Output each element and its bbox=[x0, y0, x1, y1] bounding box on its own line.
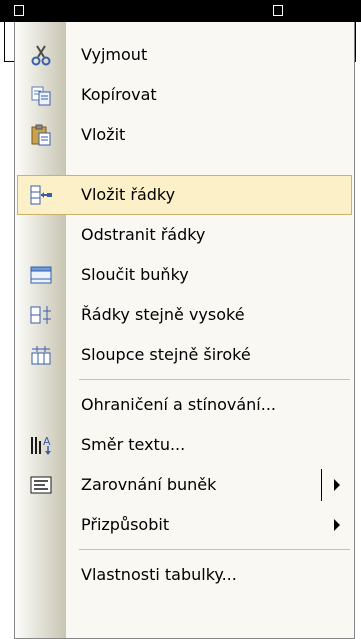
table-header-bar bbox=[0, 0, 361, 22]
menu-item-label: Vlastnosti tabulky... bbox=[81, 565, 237, 584]
paste-icon bbox=[31, 124, 51, 146]
menu-item-label: Zarovnání buněk bbox=[81, 475, 217, 494]
context-menu: Vyjmout Kopírovat Vložit Vložit řádky Od… bbox=[14, 22, 355, 639]
submenu-arrow-icon bbox=[334, 519, 340, 531]
table-cell-marker bbox=[273, 5, 283, 16]
menu-item-paste[interactable]: Vložit bbox=[17, 115, 352, 155]
menu-item-label: Kopírovat bbox=[81, 85, 157, 104]
menu-item-label: Vložit řádky bbox=[81, 185, 176, 204]
menu-item-label: Směr textu... bbox=[81, 435, 186, 454]
insert-rows-icon bbox=[30, 185, 52, 205]
menu-item-autofit[interactable]: Přizpůsobit bbox=[17, 505, 352, 545]
table-cell-marker bbox=[14, 5, 24, 16]
menu-item-distribute-columns[interactable]: Sloupce stejně široké bbox=[17, 335, 352, 375]
copy-icon bbox=[31, 86, 51, 106]
svg-text:A: A bbox=[43, 435, 51, 448]
menu-item-table-properties[interactable]: Vlastnosti tabulky... bbox=[17, 555, 352, 595]
scissors-icon bbox=[31, 45, 51, 66]
menu-item-distribute-rows[interactable]: Řádky stejně vysoké bbox=[17, 295, 352, 335]
menu-item-label: Přizpůsobit bbox=[81, 515, 170, 534]
menu-item-copy[interactable]: Kopírovat bbox=[17, 75, 352, 115]
table-border bbox=[355, 22, 356, 62]
menu-item-label: Sloučit buňky bbox=[81, 265, 189, 284]
menu-item-insert-rows[interactable]: Vložit řádky bbox=[17, 175, 352, 215]
distribute-columns-icon bbox=[31, 346, 51, 365]
menu-item-label: Ohraničení a stínování... bbox=[81, 395, 277, 414]
menu-separator bbox=[79, 549, 350, 550]
menu-item-label: Vyjmout bbox=[81, 45, 148, 64]
cell-alignment-icon bbox=[30, 476, 52, 494]
menu-item-merge-cells[interactable]: Sloučit buňky bbox=[17, 255, 352, 295]
menu-item-label: Odstranit řádky bbox=[81, 225, 206, 244]
split-divider bbox=[321, 469, 322, 501]
menu-item-label: Vložit bbox=[81, 125, 126, 144]
menu-separator bbox=[79, 379, 350, 380]
menu-item-cell-alignment[interactable]: Zarovnání buněk bbox=[17, 465, 352, 505]
menu-item-borders-shading[interactable]: Ohraničení a stínování... bbox=[17, 385, 352, 425]
menu-item-text-direction[interactable]: A Směr textu... bbox=[17, 425, 352, 465]
menu-item-cut[interactable]: Vyjmout bbox=[17, 35, 352, 75]
table-border bbox=[4, 22, 5, 62]
merge-cells-icon bbox=[30, 266, 52, 284]
text-direction-icon: A bbox=[31, 435, 51, 455]
distribute-rows-icon bbox=[30, 306, 51, 324]
table-border bbox=[4, 61, 14, 62]
menu-item-delete-rows[interactable]: Odstranit řádky bbox=[17, 215, 352, 255]
submenu-arrow-icon[interactable] bbox=[334, 479, 340, 491]
menu-item-label: Sloupce stejně široké bbox=[81, 345, 251, 364]
menu-item-label: Řádky stejně vysoké bbox=[81, 305, 245, 324]
